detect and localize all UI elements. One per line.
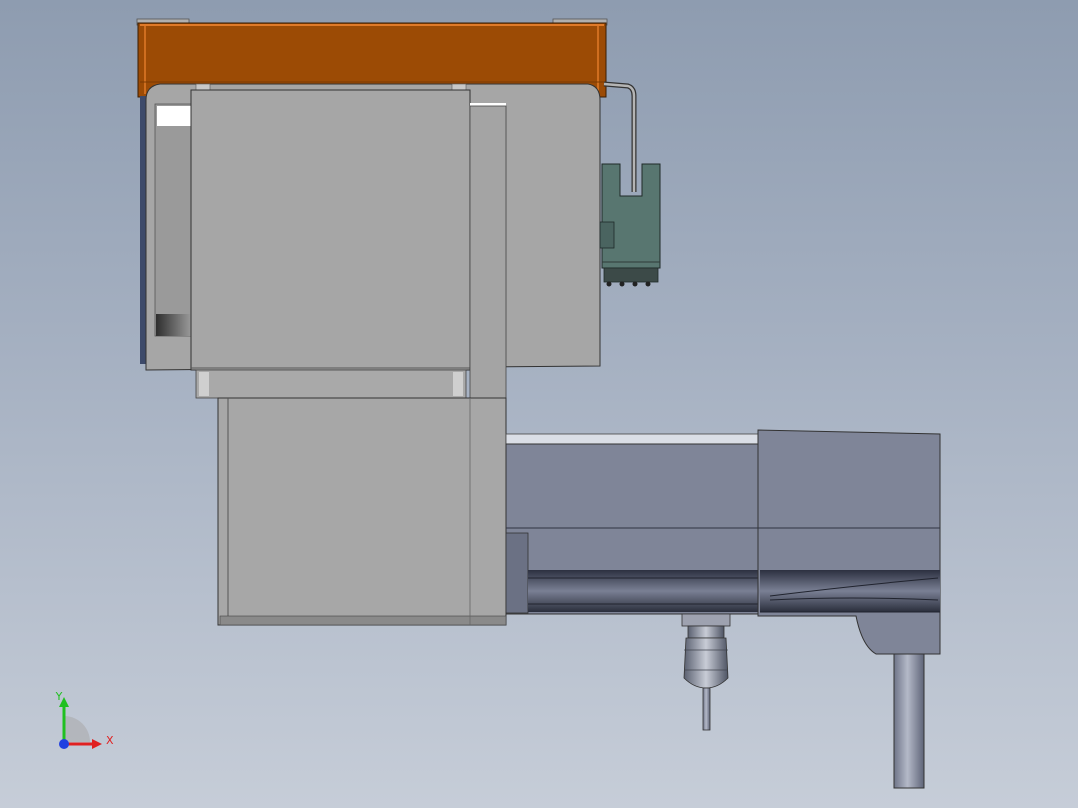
y-axis-label: Y (55, 690, 63, 703)
cad-graphics-viewport[interactable]: Y X (0, 0, 1078, 808)
vertical-guide-rod[interactable] (893, 653, 925, 789)
z-axis-dot (59, 739, 69, 749)
cable-connector[interactable] (599, 81, 661, 287)
spindle-chuck[interactable] (681, 613, 731, 731)
x-axis-label: X (106, 734, 114, 747)
horizontal-slide-arm[interactable] (505, 433, 761, 615)
end-cap-block[interactable] (757, 429, 941, 655)
cad-model-scene[interactable]: Y X (0, 0, 1078, 808)
lower-carriage[interactable] (217, 397, 507, 626)
upper-housing[interactable] (140, 83, 601, 407)
reference-triad: Y X (55, 690, 114, 749)
